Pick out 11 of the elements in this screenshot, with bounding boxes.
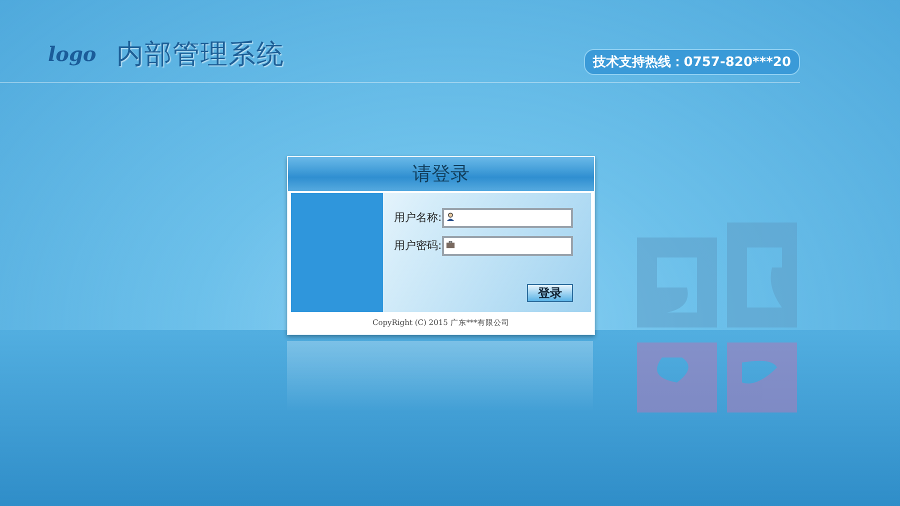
system-title: 内部管理系统 [116, 38, 284, 72]
password-field[interactable] [442, 236, 573, 256]
hotline-badge: 技术支持热线：0757-820***20 [584, 49, 800, 75]
username-field[interactable] [442, 208, 573, 228]
login-button[interactable]: 登录 [527, 284, 573, 302]
field-label: 用户名称: [394, 210, 442, 224]
login-title: 请登录 [288, 157, 594, 191]
field-label: 用户密码: [394, 238, 442, 252]
person-icon [446, 212, 455, 221]
logo: logo [48, 42, 96, 66]
briefcase-icon [446, 240, 455, 249]
